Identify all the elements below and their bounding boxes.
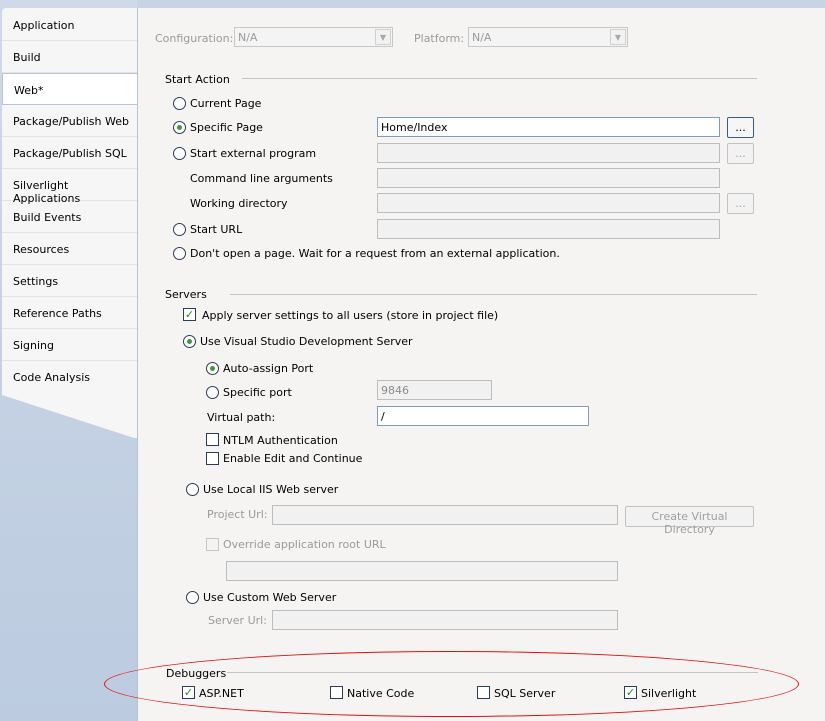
chevron-down-icon: ▼ bbox=[375, 29, 391, 45]
sidebar-item-label: Web* bbox=[14, 84, 44, 97]
sidebar-item-label: Build Events bbox=[13, 211, 82, 224]
sidebar-item-reference-paths[interactable]: Reference Paths bbox=[2, 297, 137, 329]
specific-page-value: Home/Index bbox=[381, 121, 448, 134]
configuration-label: Configuration: bbox=[155, 32, 234, 45]
start-action-divider bbox=[242, 78, 757, 79]
platform-label: Platform: bbox=[414, 32, 465, 45]
auto-assign-radio[interactable] bbox=[206, 362, 219, 375]
platform-select: N/A ▼ bbox=[468, 27, 628, 47]
working-dir-input[interactable] bbox=[377, 193, 720, 213]
current-page-radio[interactable] bbox=[173, 97, 186, 110]
override-root-label: Override application root URL bbox=[223, 538, 386, 551]
apply-settings-checkbox[interactable]: ✓ bbox=[183, 308, 196, 321]
virtual-path-label: Virtual path: bbox=[207, 411, 276, 424]
sidebar-item-resources[interactable]: Resources bbox=[2, 233, 137, 265]
ntlm-checkbox[interactable] bbox=[206, 433, 219, 446]
sidebar-item-label: Package/Publish SQL bbox=[13, 147, 127, 160]
sidebar-item-signing[interactable]: Signing bbox=[2, 329, 137, 361]
sidebar-item-label: Reference Paths bbox=[13, 307, 102, 320]
browse-dir-button[interactable]: ... bbox=[727, 193, 754, 214]
auto-assign-label: Auto-assign Port bbox=[223, 362, 314, 375]
specific-port-radio[interactable] bbox=[206, 386, 219, 399]
servers-divider bbox=[230, 294, 757, 295]
top-band bbox=[137, 0, 825, 8]
current-page-label: Current Page bbox=[190, 97, 262, 110]
sidebar-item-label: Signing bbox=[13, 339, 55, 352]
dont-open-label: Don't open a page. Wait for a request fr… bbox=[190, 247, 560, 260]
configuration-select: N/A ▼ bbox=[234, 27, 393, 47]
start-action-title: Start Action bbox=[165, 73, 230, 86]
start-external-radio[interactable] bbox=[173, 147, 186, 160]
start-url-radio[interactable] bbox=[173, 223, 186, 236]
sidebar-item-label: Resources bbox=[13, 243, 70, 256]
sidebar-item-label: Application bbox=[13, 19, 75, 32]
sidebar-item-label: Code Analysis bbox=[13, 371, 90, 384]
cmd-args-label: Command line arguments bbox=[190, 172, 333, 185]
apply-settings-label: Apply server settings to all users (stor… bbox=[202, 309, 499, 322]
specific-port-label: Specific port bbox=[223, 386, 292, 399]
start-url-input[interactable] bbox=[377, 219, 720, 239]
start-external-label: Start external program bbox=[190, 147, 317, 160]
specific-page-input[interactable]: Home/Index bbox=[377, 117, 720, 137]
edit-continue-label: Enable Edit and Continue bbox=[223, 452, 363, 465]
edit-continue-checkbox[interactable] bbox=[206, 452, 219, 465]
use-custom-label: Use Custom Web Server bbox=[203, 591, 337, 604]
servers-title: Servers bbox=[165, 288, 207, 301]
virtual-path-value: / bbox=[381, 410, 385, 423]
chevron-down-icon: ▼ bbox=[610, 29, 626, 45]
sidebar-item-label: Package/Publish Web bbox=[13, 115, 129, 128]
start-url-label: Start URL bbox=[190, 223, 243, 236]
sidebar-item-application[interactable]: Application bbox=[2, 9, 137, 41]
browse-page-button[interactable]: ... bbox=[727, 117, 754, 138]
sidebar-item-web[interactable]: Web* bbox=[2, 73, 137, 105]
sidebar-item-package-publish-web[interactable]: Package/Publish Web bbox=[2, 105, 137, 137]
use-iis-label: Use Local IIS Web server bbox=[203, 483, 339, 496]
override-root-input[interactable] bbox=[226, 561, 618, 581]
create-virtual-directory-button[interactable]: Create Virtual Directory bbox=[625, 506, 754, 536]
use-vs-dev-label: Use Visual Studio Development Server bbox=[200, 335, 413, 348]
sidebar-item-build-events[interactable]: Build Events bbox=[2, 201, 137, 233]
dont-open-radio[interactable] bbox=[173, 247, 186, 260]
project-url-label: Project Url: bbox=[207, 508, 268, 521]
server-url-label: Server Url: bbox=[208, 614, 267, 627]
port-input[interactable]: 9846 bbox=[377, 380, 492, 400]
cmd-args-input[interactable] bbox=[377, 168, 720, 188]
highlight-ellipse bbox=[104, 651, 799, 717]
working-dir-label: Working directory bbox=[190, 197, 288, 210]
virtual-path-input[interactable]: / bbox=[377, 406, 589, 426]
specific-page-label: Specific Page bbox=[190, 121, 263, 134]
external-program-input[interactable] bbox=[377, 143, 720, 163]
use-custom-radio[interactable] bbox=[186, 591, 199, 604]
sidebar-item-build[interactable]: Build bbox=[2, 41, 137, 73]
check-icon: ✓ bbox=[184, 308, 195, 321]
use-iis-radio[interactable] bbox=[186, 483, 199, 496]
sidebar-item-silverlight-applications[interactable]: Silverlight Applications bbox=[2, 169, 137, 205]
override-root-checkbox[interactable] bbox=[206, 538, 219, 551]
platform-value: N/A bbox=[472, 31, 492, 44]
use-vs-dev-radio[interactable] bbox=[183, 335, 196, 348]
sidebar-item-package-publish-sql[interactable]: Package/Publish SQL bbox=[2, 137, 137, 169]
browse-program-button[interactable]: ... bbox=[727, 143, 754, 164]
specific-page-radio[interactable] bbox=[173, 121, 186, 134]
sidebar-item-settings[interactable]: Settings bbox=[2, 265, 137, 297]
sidebar-item-label: Settings bbox=[13, 275, 59, 288]
configuration-value: N/A bbox=[238, 31, 258, 44]
server-url-input[interactable] bbox=[272, 610, 618, 630]
project-url-input[interactable] bbox=[272, 505, 618, 525]
sidebar-item-label: Build bbox=[13, 51, 41, 64]
port-value: 9846 bbox=[381, 384, 409, 397]
ntlm-label: NTLM Authentication bbox=[223, 434, 338, 447]
sidebar-item-code-analysis[interactable]: Code Analysis bbox=[2, 361, 137, 393]
